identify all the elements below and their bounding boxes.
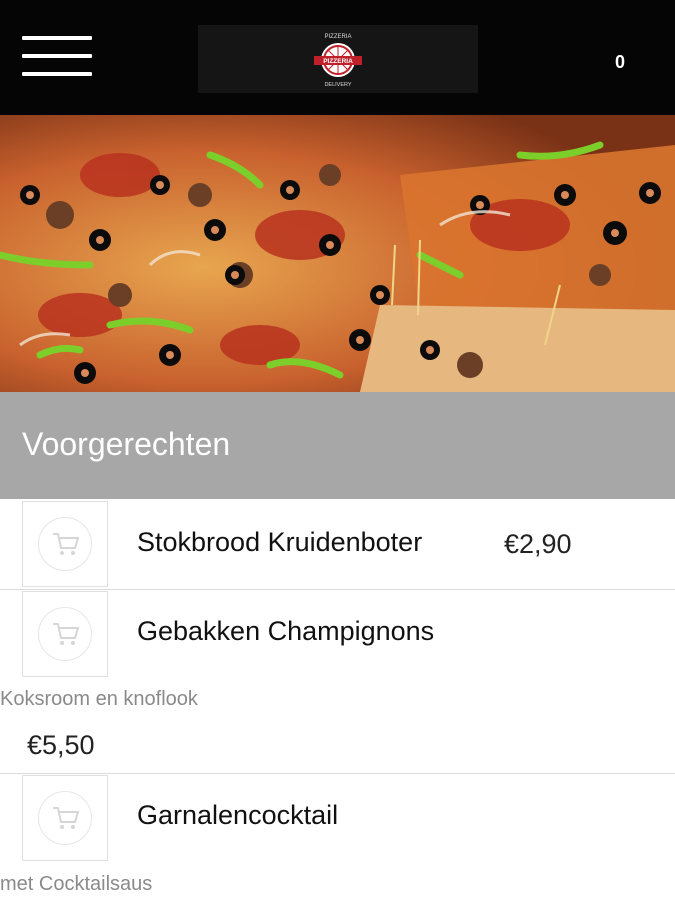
cart-icon bbox=[53, 807, 80, 829]
cart-icon bbox=[53, 533, 80, 555]
item-divider bbox=[0, 773, 675, 774]
item-divider bbox=[0, 589, 675, 590]
item-description: Koksroom en knoflook bbox=[0, 688, 198, 710]
item-name: Gebakken Champignons bbox=[137, 616, 435, 646]
logo-top-text: PIZZERIA bbox=[324, 34, 351, 40]
item-price: €2,90 bbox=[504, 529, 572, 559]
hamburger-menu-icon[interactable] bbox=[22, 36, 92, 78]
logo-main-text: PIZZERIA bbox=[323, 58, 353, 65]
cart-count-badge[interactable]: 0 bbox=[608, 52, 632, 73]
logo-bottom-text: DELIVERY bbox=[324, 82, 351, 88]
add-to-cart-button[interactable] bbox=[22, 591, 108, 677]
pizzeria-logo: PIZZERIA PIZZERIA DELIVERY bbox=[310, 29, 366, 89]
section-title: Voorgerechten bbox=[22, 426, 231, 462]
add-to-cart-button[interactable] bbox=[22, 775, 108, 861]
item-name: Garnalencocktail bbox=[137, 800, 339, 830]
logo-banner[interactable]: PIZZERIA PIZZERIA DELIVERY bbox=[198, 25, 478, 93]
cart-icon bbox=[53, 623, 80, 645]
item-price: €5,50 bbox=[27, 730, 95, 760]
add-to-cart-button[interactable] bbox=[22, 501, 108, 587]
app-header: PIZZERIA PIZZERIA DELIVERY 0 bbox=[0, 0, 675, 115]
item-description: met Cocktailsaus bbox=[0, 873, 153, 895]
hero-pizza-image bbox=[0, 115, 675, 392]
item-name: Stokbrood Kruidenboter bbox=[137, 527, 423, 557]
